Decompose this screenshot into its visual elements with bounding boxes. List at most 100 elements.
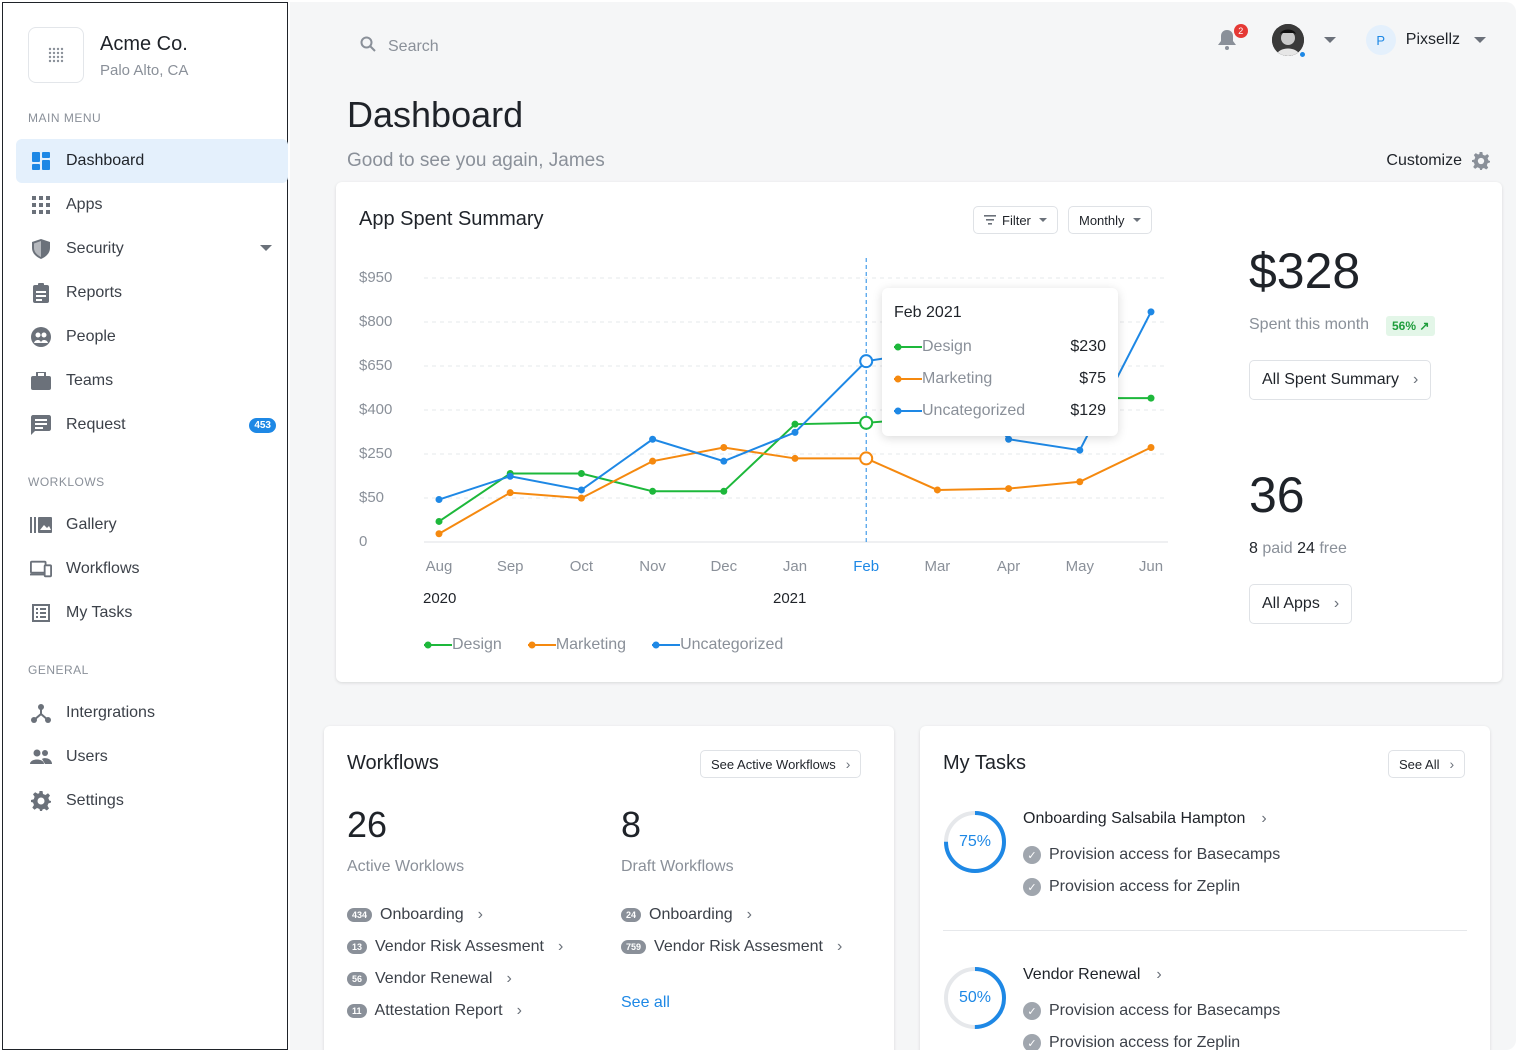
data-point[interactable] bbox=[506, 472, 514, 480]
active-workflows-count: 26 bbox=[347, 804, 388, 845]
x-tick-label: May bbox=[1065, 558, 1094, 575]
org-header[interactable]: Acme Co. Palo Alto, CA bbox=[28, 27, 188, 83]
data-point[interactable] bbox=[577, 486, 585, 494]
customize-label: Customize bbox=[1386, 152, 1462, 169]
sidebar-item-teams[interactable]: Teams bbox=[16, 359, 288, 403]
sidebar-item-label: My Tasks bbox=[66, 604, 133, 621]
workflow-label: Onboarding bbox=[380, 906, 464, 923]
data-point[interactable] bbox=[791, 454, 799, 462]
page-subtitle: Good to see you again, James bbox=[347, 150, 605, 171]
legend-item-uncategorized[interactable]: Uncategorized bbox=[652, 636, 783, 654]
data-point[interactable] bbox=[577, 494, 585, 502]
data-point[interactable] bbox=[1005, 435, 1013, 443]
data-point[interactable] bbox=[1076, 446, 1084, 454]
data-point[interactable] bbox=[577, 470, 585, 477]
data-point[interactable] bbox=[1147, 443, 1155, 451]
sidebar-item-integrations[interactable]: Intergrations bbox=[16, 691, 288, 735]
see-active-workflows-button[interactable]: See Active Workflows › bbox=[700, 750, 862, 778]
x-tick-label: Jun bbox=[1138, 558, 1164, 575]
legend-item-design[interactable]: Design bbox=[424, 636, 502, 654]
see-all-link[interactable]: See all bbox=[621, 994, 670, 1012]
search-input[interactable]: Search bbox=[388, 38, 439, 56]
workflow-item[interactable]: 11 Attestation Report › bbox=[347, 1002, 522, 1020]
avatar-menu[interactable] bbox=[1271, 24, 1336, 59]
sidebar-item-my-tasks[interactable]: My Tasks bbox=[16, 591, 288, 635]
data-point[interactable] bbox=[649, 435, 657, 443]
workflow-item[interactable]: 434 Onboarding › bbox=[347, 906, 483, 924]
user-initial-avatar: P bbox=[1365, 25, 1396, 55]
x-tick-label: Aug bbox=[425, 558, 453, 575]
data-point[interactable] bbox=[1005, 485, 1013, 493]
briefcase-icon bbox=[30, 370, 52, 392]
chevron-right-icon: › bbox=[516, 1002, 522, 1019]
data-point[interactable] bbox=[1147, 394, 1155, 402]
subtask-item[interactable]: ✓ Provision access for Zeplin bbox=[1023, 878, 1240, 896]
subtask-item[interactable]: ✓ Provision access for Basecamps bbox=[1023, 1002, 1280, 1020]
chevron-down-icon[interactable] bbox=[1323, 37, 1336, 43]
workflow-item[interactable]: 24 Onboarding › bbox=[621, 906, 752, 924]
apps-count: 36 bbox=[1249, 467, 1305, 523]
data-point[interactable] bbox=[720, 487, 728, 495]
task-title[interactable]: Onboarding Salsabila Hampton › bbox=[1023, 810, 1267, 828]
data-point[interactable] bbox=[649, 487, 657, 495]
chevron-down-icon[interactable] bbox=[1474, 37, 1486, 43]
data-point[interactable] bbox=[859, 354, 874, 369]
all-spent-summary-button[interactable]: All Spent Summary › bbox=[1249, 360, 1432, 400]
sidebar-item-workflows[interactable]: Workflows bbox=[16, 547, 288, 591]
workflow-item[interactable]: 759 Vendor Risk Assesment › bbox=[621, 938, 842, 956]
count-badge: 759 bbox=[621, 940, 647, 954]
notification-count-badge: 2 bbox=[1233, 24, 1248, 38]
data-point[interactable] bbox=[791, 428, 799, 436]
customize-button[interactable]: Customize bbox=[1386, 152, 1490, 170]
notification-button[interactable]: 2 bbox=[1217, 24, 1248, 52]
legend-item-marketing[interactable]: Marketing bbox=[527, 636, 626, 654]
button-label: See All bbox=[1399, 756, 1440, 772]
data-point[interactable] bbox=[859, 451, 874, 466]
spent-amount: $328 bbox=[1249, 243, 1361, 299]
data-point[interactable] bbox=[791, 420, 799, 428]
data-point[interactable] bbox=[506, 489, 514, 497]
data-point[interactable] bbox=[1147, 308, 1155, 316]
main-content: Search 2 P Pixsellz Dashboard Good to se… bbox=[290, 2, 1516, 1050]
x-tick-label: Apr bbox=[996, 558, 1021, 575]
sidebar-item-users[interactable]: Users bbox=[16, 735, 288, 779]
chevron-right-icon: › bbox=[845, 756, 851, 772]
subtask-item[interactable]: ✓ Provision access for Zeplin bbox=[1023, 1034, 1240, 1050]
sidebar-item-security[interactable]: Security bbox=[16, 227, 288, 271]
sidebar-item-settings[interactable]: Settings bbox=[16, 779, 288, 823]
sidebar-item-label: Gallery bbox=[66, 516, 117, 533]
data-point[interactable] bbox=[649, 457, 657, 465]
data-point[interactable] bbox=[720, 443, 728, 451]
sidebar-item-people[interactable]: People bbox=[16, 315, 288, 359]
divider bbox=[943, 930, 1467, 931]
data-point[interactable] bbox=[933, 486, 941, 494]
sidebar-item-label: People bbox=[66, 328, 116, 345]
sidebar-item-apps[interactable]: Apps bbox=[16, 183, 288, 227]
chevron-down-icon[interactable] bbox=[260, 245, 272, 251]
paid-count: 8 bbox=[1249, 540, 1258, 557]
clipboard-icon bbox=[30, 282, 52, 304]
see-all-tasks-button[interactable]: See All › bbox=[1388, 750, 1466, 778]
sidebar-item-label: Settings bbox=[66, 792, 124, 809]
data-point[interactable] bbox=[720, 457, 728, 465]
task-title[interactable]: Vendor Renewal › bbox=[1023, 966, 1162, 984]
data-point[interactable] bbox=[1076, 478, 1084, 486]
search-bar[interactable]: Search bbox=[360, 36, 439, 57]
workflow-item[interactable]: 56 Vendor Renewal › bbox=[347, 970, 512, 988]
subtask-item[interactable]: ✓ Provision access for Basecamps bbox=[1023, 846, 1280, 864]
check-circle-icon: ✓ bbox=[1023, 1034, 1041, 1050]
data-point[interactable] bbox=[859, 415, 874, 430]
user-menu[interactable]: P Pixsellz bbox=[1365, 25, 1486, 55]
sidebar-item-reports[interactable]: Reports bbox=[16, 271, 288, 315]
button-label: See Active Workflows bbox=[711, 756, 836, 772]
sidebar-item-gallery[interactable]: Gallery bbox=[16, 503, 288, 547]
data-point[interactable] bbox=[435, 530, 443, 538]
data-point[interactable] bbox=[435, 496, 443, 504]
sidebar-item-dashboard[interactable]: Dashboard bbox=[16, 139, 288, 183]
chevron-right-icon: › bbox=[837, 938, 843, 955]
tooltip-row: Marketing $75 bbox=[894, 370, 1106, 388]
all-apps-button[interactable]: All Apps › bbox=[1249, 584, 1353, 624]
data-point[interactable] bbox=[435, 517, 443, 525]
workflow-item[interactable]: 13 Vendor Risk Assesment › bbox=[347, 938, 563, 956]
sidebar-item-request[interactable]: Request 453 bbox=[16, 403, 288, 447]
